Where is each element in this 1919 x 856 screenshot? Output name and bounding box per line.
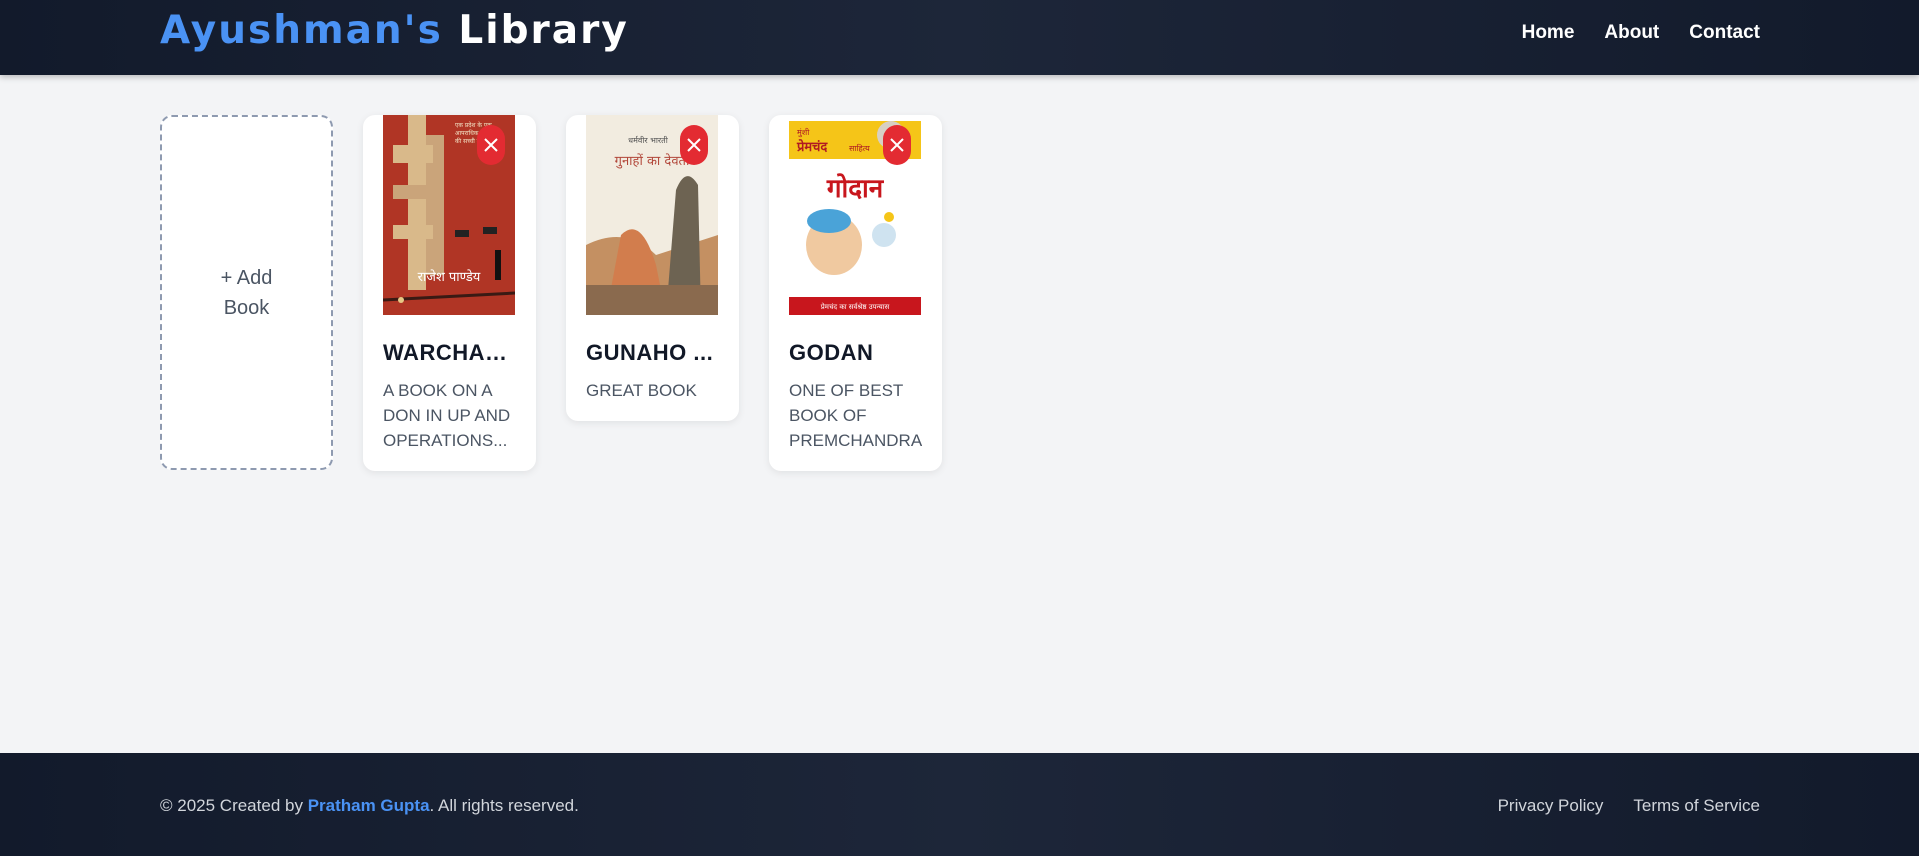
- add-book-label: + Add Book: [220, 266, 273, 319]
- book-cover-image: धर्मवीर भारती गुनाहों का देवता: [586, 115, 718, 315]
- book-card: एक प्रदेश के एक आपराधिक साम्राज्य की सच्…: [363, 115, 536, 471]
- site-logo[interactable]: Ayushman's Library: [160, 8, 629, 53]
- nav-about-link[interactable]: About: [1604, 22, 1659, 44]
- svg-text:गोदान: गोदान: [826, 173, 885, 204]
- close-icon: [890, 138, 904, 152]
- copyright-prefix: © 2025 Created by: [160, 796, 303, 815]
- svg-text:धर्मवीर भारती: धर्मवीर भारती: [628, 135, 669, 145]
- close-icon: [484, 138, 498, 152]
- site-header: Ayushman's Library Home About Contact: [0, 0, 1919, 75]
- author-link[interactable]: Pratham Gupta: [308, 796, 430, 815]
- book-cover-image: एक प्रदेश के एक आपराधिक साम्राज्य की सच्…: [383, 115, 515, 315]
- copyright-text: © 2025 Created by Pratham Gupta. All rig…: [160, 796, 579, 816]
- book-description: ONE OF BEST BOOK OF PREMCHANDRA: [789, 381, 922, 450]
- svg-text:मुंशी: मुंशी: [797, 127, 810, 138]
- privacy-policy-link[interactable]: Privacy Policy: [1498, 796, 1604, 816]
- brand-name-part2: Library: [458, 8, 629, 53]
- book-description: A BOOK ON A DON IN UP AND OPERATIONS...: [383, 381, 511, 450]
- delete-book-button[interactable]: [883, 125, 911, 165]
- book-cover-image: मुंशी प्रेमचंद साहित्य गोदान प्रेमचंद का…: [789, 115, 921, 315]
- svg-text:प्रेमचंद: प्रेमचंद: [796, 139, 828, 155]
- delete-book-button[interactable]: [477, 125, 505, 165]
- book-description: GREAT BOOK: [586, 381, 697, 400]
- site-footer: © 2025 Created by Pratham Gupta. All rig…: [0, 753, 1919, 856]
- svg-text:गुनाहों का देवता: गुनाहों का देवता: [615, 153, 690, 169]
- book-title: GODAN: [789, 340, 874, 365]
- main-nav: Home About Contact: [1522, 22, 1760, 44]
- delete-book-button[interactable]: [680, 125, 708, 165]
- footer-links: Privacy Policy Terms of Service: [1498, 796, 1760, 816]
- add-book-card[interactable]: + Add Book: [160, 115, 333, 470]
- svg-text:प्रेमचंद का सर्वश्रेष्ठ उपन्या: प्रेमचंद का सर्वश्रेष्ठ उपन्यास: [821, 302, 890, 311]
- book-grid: + Add Book एक प्रदेश के एक आपराधिक साम्र…: [160, 115, 942, 471]
- brand-name-part1: Ayushman's: [160, 8, 443, 53]
- nav-home-link[interactable]: Home: [1522, 22, 1575, 44]
- nav-contact-link[interactable]: Contact: [1689, 22, 1760, 44]
- copyright-suffix: . All rights reserved.: [429, 796, 579, 815]
- book-title: WARCHAS...: [383, 340, 516, 365]
- book-card: धर्मवीर भारती गुनाहों का देवता GUNAHO ..…: [566, 115, 739, 421]
- terms-of-service-link[interactable]: Terms of Service: [1633, 796, 1760, 816]
- book-title: GUNAHO ...: [586, 340, 714, 365]
- svg-text:राजेश पाण्डेय: राजेश पाण्डेय: [418, 269, 481, 285]
- close-icon: [687, 138, 701, 152]
- book-card: मुंशी प्रेमचंद साहित्य गोदान प्रेमचंद का…: [769, 115, 942, 471]
- svg-text:साहित्य: साहित्य: [849, 143, 870, 153]
